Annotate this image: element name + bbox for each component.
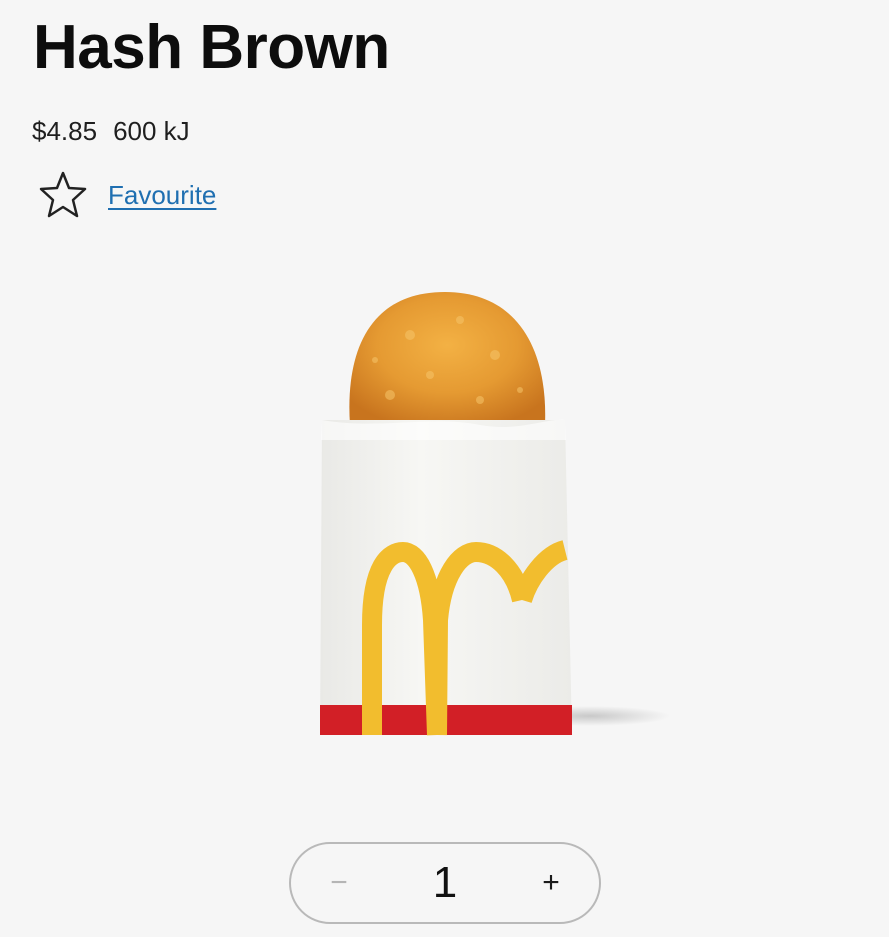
product-energy: 600 kJ [113, 116, 190, 146]
quantity-stepper: − 1 + [289, 842, 601, 924]
product-price: $4.85 [32, 116, 98, 146]
favourite-link[interactable]: Favourite [108, 180, 216, 211]
product-image [290, 280, 670, 750]
quantity-value: 1 [432, 858, 458, 907]
product-detail-page: Hash Brown $4.85 600 kJ Favourite − 1 + [0, 0, 889, 937]
product-meta: $4.85 600 kJ [32, 114, 190, 148]
star-outline-icon [38, 170, 88, 220]
decrease-quantity-button[interactable]: − [321, 868, 357, 898]
increase-quantity-button[interactable]: + [533, 868, 569, 898]
product-title: Hash Brown [33, 13, 390, 82]
favourite-button[interactable]: Favourite [38, 170, 216, 220]
